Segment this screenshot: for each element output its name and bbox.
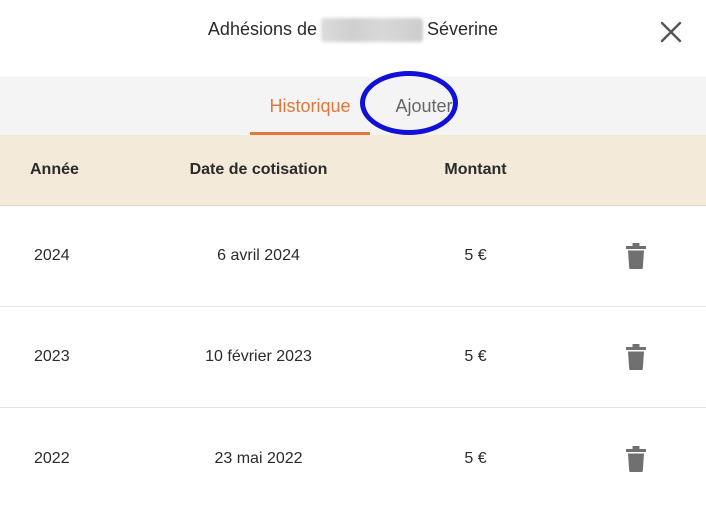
trash-icon: [626, 445, 646, 472]
cell-year: 2023: [34, 348, 70, 365]
cell-date: 10 février 2023: [205, 348, 312, 365]
cell-year: 2022: [34, 449, 70, 467]
trash-icon: [626, 344, 646, 370]
cell-date: 6 avril 2024: [217, 247, 300, 264]
table-row: 2022 23 mai 2022 5 €: [0, 408, 706, 508]
tab-ajouter-label: Ajouter: [395, 95, 453, 116]
dialog-title: Adhésions de Séverine: [207, 17, 499, 42]
header-year: Année: [30, 161, 79, 178]
tab-bar: Historique Ajouter: [0, 71, 706, 135]
membership-dialog: Adhésions de Séverine Historique Ajouter…: [0, 0, 706, 508]
close-button[interactable]: [658, 19, 684, 45]
delete-button[interactable]: [589, 445, 706, 472]
cell-amount: 5 €: [464, 247, 487, 264]
trash-icon: [626, 243, 646, 269]
delete-button[interactable]: [589, 243, 706, 269]
tab-ajouter[interactable]: Ajouter: [370, 77, 472, 135]
tab-group: Historique Ajouter: [250, 77, 471, 135]
close-icon: [660, 21, 682, 43]
table-header: Année Date de cotisation Montant: [0, 135, 706, 206]
redacted-name: [321, 17, 424, 42]
table-row: 2024 6 avril 2024 5 €: [0, 206, 706, 307]
delete-button[interactable]: [589, 344, 706, 370]
title-suffix: Séverine: [427, 19, 499, 39]
tab-historique-label: Historique: [269, 95, 351, 116]
header-date: Date de cotisation: [189, 161, 328, 178]
table-row: 2023 10 février 2023 5 €: [0, 307, 706, 408]
cell-date: 23 mai 2022: [214, 449, 303, 467]
dialog-header: Adhésions de Séverine: [0, 0, 706, 77]
cell-year: 2024: [34, 247, 70, 264]
cell-amount: 5 €: [464, 449, 487, 467]
tab-historique[interactable]: Historique: [250, 77, 370, 135]
table-body: 2024 6 avril 2024 5 € 2023 10 février 20…: [0, 206, 706, 508]
header-amount: Montant: [444, 161, 507, 178]
title-prefix: Adhésions de: [207, 19, 318, 39]
cell-amount: 5 €: [464, 348, 487, 365]
